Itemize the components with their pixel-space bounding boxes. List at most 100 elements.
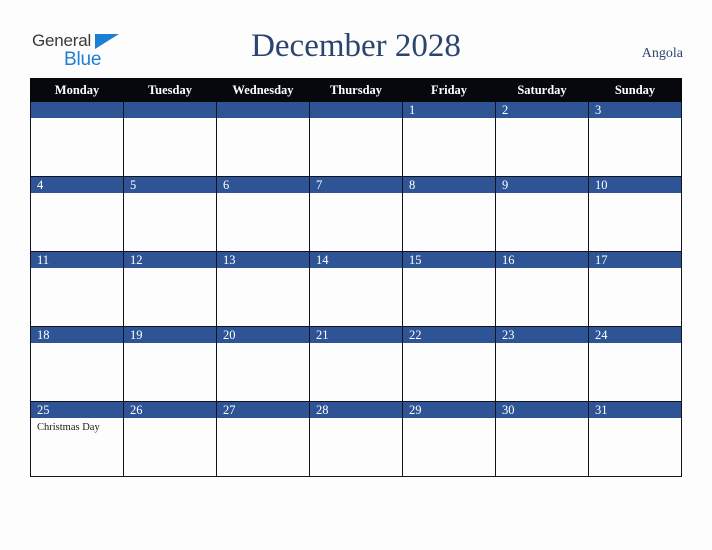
weekday-header-monday: Monday [30,78,124,102]
day-number: 18 [31,327,123,343]
day-number: 7 [310,177,402,193]
calendar-day-cell[interactable]: 23 [495,326,589,402]
page-title: December 2028 [251,28,461,64]
calendar-day-cell[interactable]: 16 [495,251,589,327]
day-events [589,418,681,421]
day-events [217,343,309,346]
day-number: 14 [310,252,402,268]
day-events [124,268,216,271]
calendar-day-cell[interactable]: 20 [216,326,310,402]
day-number: 15 [403,252,495,268]
day-events [310,268,402,271]
calendar-day-cell[interactable]: 7 [309,176,403,252]
calendar-day-cell[interactable]: 30 [495,401,589,477]
day-events [31,193,123,196]
day-number: 28 [310,402,402,418]
calendar-day-cell[interactable] [30,101,124,177]
day-events [589,118,681,121]
day-events [124,118,216,121]
day-events [403,118,495,121]
calendar-day-cell[interactable]: 22 [402,326,496,402]
day-events [217,118,309,121]
calendar-day-cell[interactable]: 31 [588,401,682,477]
day-events [31,343,123,346]
calendar-day-cell[interactable]: 15 [402,251,496,327]
day-events [31,118,123,121]
day-number: 20 [217,327,309,343]
day-number: 31 [589,402,681,418]
calendar-day-cell[interactable]: 8 [402,176,496,252]
day-events [217,193,309,196]
day-events [217,268,309,271]
calendar-body: 1 2 3 4 5 6 7 8 9 10 11 12 13 14 15 16 17 18 19 20 21 22 23 24 2… [30,101,682,477]
calendar-day-cell[interactable]: 26 [123,401,217,477]
calendar-day-cell[interactable]: 17 [588,251,682,327]
day-number: 19 [124,327,216,343]
day-number: 3 [589,102,681,118]
day-number: 13 [217,252,309,268]
calendar-day-cell[interactable]: 9 [495,176,589,252]
calendar-day-cell[interactable]: 12 [123,251,217,327]
day-number: 26 [124,402,216,418]
day-number: 1 [403,102,495,118]
weekday-header-tuesday: Tuesday [123,78,217,102]
day-number: 22 [403,327,495,343]
day-number: 2 [496,102,588,118]
calendar-day-cell[interactable] [216,101,310,177]
calendar-day-cell[interactable]: 13 [216,251,310,327]
day-number: 29 [403,402,495,418]
day-number: 27 [217,402,309,418]
day-events [310,193,402,196]
day-events [496,418,588,421]
calendar-day-cell[interactable]: 1 [402,101,496,177]
calendar-day-cell[interactable]: 5 [123,176,217,252]
day-events [403,268,495,271]
day-events [496,118,588,121]
calendar-day-cell[interactable]: 6 [216,176,310,252]
day-number [217,102,309,118]
calendar-day-cell[interactable]: 24 [588,326,682,402]
day-events [310,118,402,121]
day-number: 5 [124,177,216,193]
calendar-day-cell[interactable]: 18 [30,326,124,402]
calendar-day-cell[interactable]: 2 [495,101,589,177]
day-events [403,193,495,196]
calendar-week-row: 4 5 6 7 8 9 10 [30,176,682,252]
day-events [403,343,495,346]
calendar-day-cell[interactable] [309,101,403,177]
calendar-day-cell[interactable]: 28 [309,401,403,477]
day-events [496,268,588,271]
day-events [124,343,216,346]
calendar-day-cell[interactable]: 29 [402,401,496,477]
day-events [310,418,402,421]
calendar-week-row: 11 12 13 14 15 16 17 [30,251,682,327]
day-events [124,193,216,196]
calendar-day-cell[interactable]: 14 [309,251,403,327]
calendar-week-row: 123 [30,101,682,177]
day-number: 11 [31,252,123,268]
calendar-day-cell[interactable]: 19 [123,326,217,402]
day-events [217,418,309,421]
calendar-day-cell[interactable]: 3 [588,101,682,177]
holiday-label: Christmas Day [37,422,100,433]
day-number: 6 [217,177,309,193]
weekday-header-saturday: Saturday [495,78,589,102]
day-number: 12 [124,252,216,268]
calendar-day-cell[interactable]: 4 [30,176,124,252]
calendar-container: Monday Tuesday Wednesday Thursday Friday… [30,78,682,477]
calendar-day-cell[interactable] [123,101,217,177]
day-events [589,268,681,271]
day-number [124,102,216,118]
calendar-day-cell[interactable]: 10 [588,176,682,252]
calendar-day-cell[interactable]: 27 [216,401,310,477]
day-number: 24 [589,327,681,343]
calendar-day-cell[interactable]: 25 Christmas Day [30,401,124,477]
calendar-table: Monday Tuesday Wednesday Thursday Friday… [30,78,682,477]
day-events: Christmas Day [31,418,123,434]
calendar-day-cell[interactable]: 21 [309,326,403,402]
calendar-week-row: 25 Christmas Day 26 27 28 29 30 31 [30,401,682,477]
day-number: 9 [496,177,588,193]
calendar-day-cell[interactable]: 11 [30,251,124,327]
day-number [31,102,123,118]
day-number [310,102,402,118]
